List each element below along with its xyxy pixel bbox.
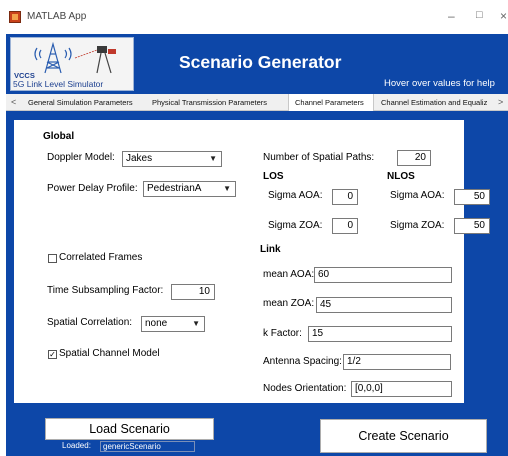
chevron-down-icon: ▼	[223, 184, 231, 193]
mean-aoa-field[interactable]: 60	[314, 267, 452, 283]
power-delay-profile-label: Power Delay Profile:	[47, 183, 138, 194]
antenna-spacing-field[interactable]: 1/2	[343, 354, 451, 370]
los-heading: LOS	[263, 171, 284, 182]
correlated-frames-label: Correlated Frames	[59, 252, 143, 263]
spatial-channel-model-label: Spatial Channel Model	[59, 348, 160, 359]
app-frame: VCCS 5G Link Level Simulator Scenario Ge…	[6, 34, 508, 456]
spatial-correlation-label: Spatial Correlation:	[47, 317, 133, 328]
time-subsampling-field[interactable]: 10	[171, 284, 215, 300]
antenna-spacing-label: Antenna Spacing:	[263, 356, 342, 367]
window-title: MATLAB App	[27, 11, 87, 22]
minimize-button[interactable]: –	[448, 9, 455, 23]
load-scenario-button[interactable]: Load Scenario	[45, 418, 214, 440]
loaded-scenario-field: genericScenario	[100, 441, 195, 452]
global-heading: Global	[43, 131, 75, 142]
tab-general-simulation-parameters[interactable]: General Simulation Parameters	[28, 94, 133, 111]
doppler-model-dropdown[interactable]: Jakes ▼	[122, 151, 222, 167]
doppler-model-value: Jakes	[126, 153, 153, 164]
mean-zoa-field[interactable]: 45	[316, 297, 452, 313]
close-button[interactable]: ×	[500, 9, 507, 23]
link-heading: Link	[260, 244, 281, 255]
nlos-sigma-aoa-label: Sigma AOA:	[390, 190, 445, 201]
k-factor-label: k Factor:	[263, 328, 302, 339]
nlos-sigma-zoa-field[interactable]: 50	[454, 218, 490, 234]
tab-strip: < General Simulation Parameters Physical…	[6, 94, 508, 111]
loaded-label: Loaded:	[62, 441, 91, 450]
nlos-sigma-aoa-field[interactable]: 50	[454, 189, 490, 205]
los-sigma-zoa-field[interactable]: 0	[332, 218, 358, 234]
mean-aoa-label: mean AOA:	[263, 269, 315, 280]
chevron-down-icon: ▼	[209, 154, 217, 163]
window-title-bar: MATLAB App – □ ×	[0, 0, 508, 34]
nodes-orientation-label: Nodes Orientation:	[263, 383, 347, 394]
chevron-down-icon: ▼	[192, 319, 200, 328]
simulator-logo: VCCS 5G Link Level Simulator	[10, 37, 134, 91]
spatial-channel-model-checkbox[interactable]: ✓	[48, 350, 57, 359]
correlated-frames-checkbox[interactable]	[48, 254, 57, 263]
help-hint: Hover over values for help	[384, 78, 495, 89]
num-spatial-paths-label: Number of Spatial Paths:	[263, 152, 375, 163]
antenna-tower-icon	[34, 41, 116, 74]
spatial-correlation-dropdown[interactable]: none ▼	[141, 316, 205, 332]
tab-channel-parameters[interactable]: Channel Parameters	[288, 94, 374, 111]
matlab-icon	[9, 11, 21, 23]
spatial-correlation-value: none	[145, 318, 168, 329]
los-sigma-aoa-field[interactable]: 0	[332, 189, 358, 205]
channel-parameters-panel: Global Doppler Model: Jakes ▼ Power Dela…	[14, 120, 490, 403]
tab-scroll-right-icon[interactable]: >	[498, 94, 503, 111]
nlos-heading: NLOS	[387, 171, 415, 182]
nodes-orientation-field[interactable]: [0,0,0]	[351, 381, 452, 397]
los-sigma-aoa-label: Sigma AOA:	[268, 190, 323, 201]
tab-physical-transmission-parameters[interactable]: Physical Transmission Parameters	[152, 94, 267, 111]
create-scenario-button[interactable]: Create Scenario	[320, 419, 487, 453]
logo-caption: 5G Link Level Simulator	[13, 79, 104, 89]
nlos-sigma-zoa-label: Sigma ZOA:	[390, 220, 445, 231]
page-title: Scenario Generator	[179, 52, 342, 72]
power-delay-profile-dropdown[interactable]: PedestrianA ▼	[143, 181, 236, 197]
num-spatial-paths-field[interactable]: 20	[397, 150, 431, 166]
doppler-model-label: Doppler Model:	[47, 152, 115, 163]
tab-scroll-left-icon[interactable]: <	[11, 94, 16, 111]
power-delay-profile-value: PedestrianA	[147, 183, 202, 194]
tab-channel-estimation[interactable]: Channel Estimation and Equaliz	[381, 94, 495, 111]
maximize-button[interactable]: □	[476, 9, 483, 21]
k-factor-field[interactable]: 15	[308, 326, 452, 342]
los-sigma-zoa-label: Sigma ZOA:	[268, 220, 323, 231]
mean-zoa-label: mean ZOA:	[263, 298, 315, 309]
time-subsampling-label: Time Subsampling Factor:	[47, 285, 164, 296]
